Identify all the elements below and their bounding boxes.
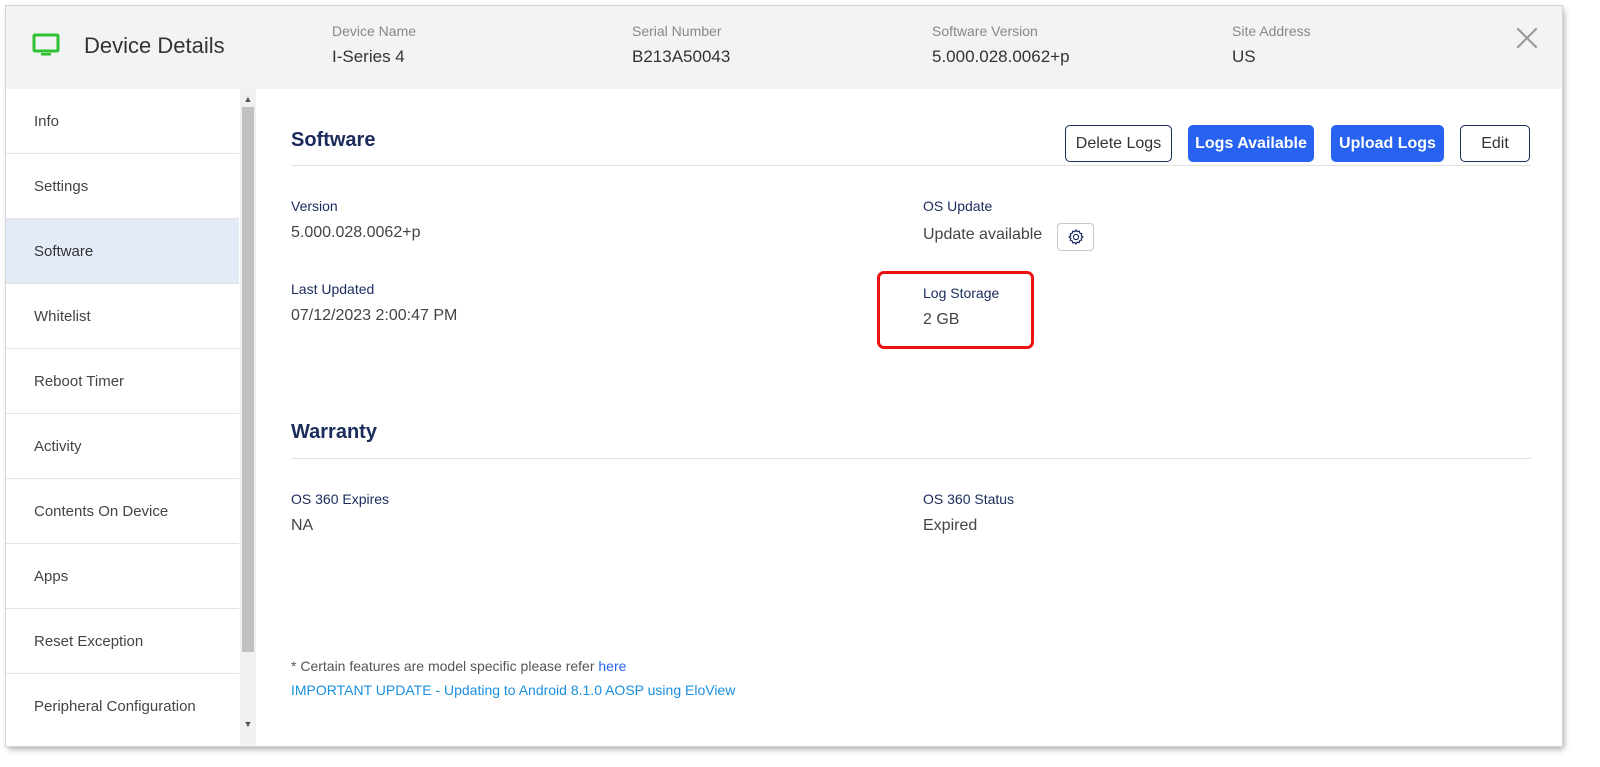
model-specific-footnote: * Certain features are model specific pl…	[291, 658, 626, 674]
os-update-field: OS Update Update available	[923, 198, 1042, 244]
device-name-field: Device Name I-Series 4	[332, 23, 416, 67]
os-update-label: OS Update	[923, 198, 993, 214]
edit-button[interactable]: Edit	[1460, 125, 1530, 162]
software-version-field: Software Version 5.000.028.0062+p	[932, 23, 1070, 67]
gear-icon	[1067, 229, 1084, 245]
device-name-label: Device Name	[332, 23, 417, 39]
sidebar-item-apps[interactable]: Apps	[6, 544, 239, 609]
log-storage-highlight-box	[877, 271, 1034, 349]
logs-available-button[interactable]: Logs Available	[1188, 125, 1314, 162]
dialog-header: Device Details Device Name I-Series 4 Se…	[6, 6, 1562, 89]
last-updated-label: Last Updated	[291, 281, 375, 297]
os-update-settings-button[interactable]	[1057, 223, 1094, 251]
sidebar-item-software[interactable]: Software	[6, 219, 239, 284]
software-divider	[291, 165, 1531, 166]
sidebar-item-settings[interactable]: Settings	[6, 154, 239, 219]
version-value: 5.000.028.0062+p	[291, 224, 421, 241]
version-label: Version	[291, 198, 338, 214]
os-update-value: Update available	[923, 226, 1043, 243]
serial-number-field: Serial Number B213A50043	[632, 23, 730, 67]
sidebar-item-info[interactable]: Info	[6, 89, 239, 154]
sidebar-item-label: Info	[34, 112, 60, 130]
sidebar-item-label: Software	[34, 242, 94, 260]
serial-number-label: Serial Number	[632, 23, 722, 39]
sidebar-nav: Info Settings Software Whitelist Reboot …	[6, 89, 256, 746]
sidebar-item-contents-on-device[interactable]: Contents On Device	[6, 479, 239, 544]
scroll-down-arrow-icon[interactable]: ▼	[240, 716, 256, 732]
software-version-label: Software Version	[932, 23, 1038, 39]
software-section-title: Software	[291, 129, 376, 151]
sidebar-scrollbar[interactable]: ▲ ▼	[240, 89, 256, 746]
dialog-title: Device Details	[84, 33, 225, 58]
sidebar-item-label: Reboot Timer	[34, 372, 125, 390]
sidebar-item-label: Contents On Device	[34, 502, 169, 520]
monitor-icon	[32, 33, 60, 56]
sidebar-item-whitelist[interactable]: Whitelist	[6, 284, 239, 349]
last-updated-value: 07/12/2023 2:00:47 PM	[291, 307, 458, 324]
sidebar-item-reset-exception[interactable]: Reset Exception	[6, 609, 239, 674]
device-name-value: I-Series 4	[332, 47, 405, 66]
important-update-link[interactable]: IMPORTANT UPDATE - Updating to Android 8…	[291, 682, 735, 698]
warranty-divider	[291, 458, 1531, 459]
delete-logs-button[interactable]: Delete Logs	[1065, 125, 1172, 162]
sidebar-item-label: Settings	[34, 177, 89, 195]
scrollbar-thumb[interactable]	[242, 107, 254, 652]
os360-status-value: Expired	[923, 517, 978, 534]
sidebar-item-label: Activity	[34, 437, 82, 455]
last-updated-field: Last Updated 07/12/2023 2:00:47 PM	[291, 281, 457, 325]
site-address-value: US	[1232, 47, 1256, 66]
os360-expires-label: OS 360 Expires	[291, 491, 390, 507]
close-icon[interactable]	[1515, 26, 1539, 50]
sidebar-item-label: Peripheral Configuration	[34, 698, 196, 715]
sidebar-item-reboot-timer[interactable]: Reboot Timer	[6, 349, 239, 414]
software-version-value: 5.000.028.0062+p	[932, 47, 1070, 66]
warranty-section-title: Warranty	[291, 421, 377, 443]
sidebar-item-label: Apps	[34, 567, 69, 585]
serial-number-value: B213A50043	[632, 47, 731, 66]
site-address-label: Site Address	[1232, 23, 1311, 39]
main-content: Software Delete Logs Logs Available Uplo…	[256, 89, 1562, 746]
os360-expires-field: OS 360 Expires NA	[291, 491, 389, 535]
version-field: Version 5.000.028.0062+p	[291, 198, 420, 242]
footnote-here-link[interactable]: here	[598, 658, 626, 674]
site-address-field: Site Address US	[1232, 23, 1311, 67]
footnote-text: * Certain features are model specific pl…	[291, 658, 599, 674]
os360-status-label: OS 360 Status	[923, 491, 1015, 507]
os360-expires-value: NA	[291, 517, 314, 534]
sidebar-item-peripheral-configuration[interactable]: Peripheral Configuration	[6, 674, 239, 739]
sidebar-item-activity[interactable]: Activity	[6, 414, 239, 479]
sidebar-item-label: Reset Exception	[34, 632, 144, 650]
upload-logs-button[interactable]: Upload Logs	[1331, 125, 1444, 162]
device-details-dialog: Device Details Device Name I-Series 4 Se…	[6, 6, 1562, 746]
os360-status-field: OS 360 Status Expired	[923, 491, 1014, 535]
scroll-up-arrow-icon[interactable]: ▲	[240, 91, 256, 107]
sidebar-item-label: Whitelist	[34, 307, 91, 325]
